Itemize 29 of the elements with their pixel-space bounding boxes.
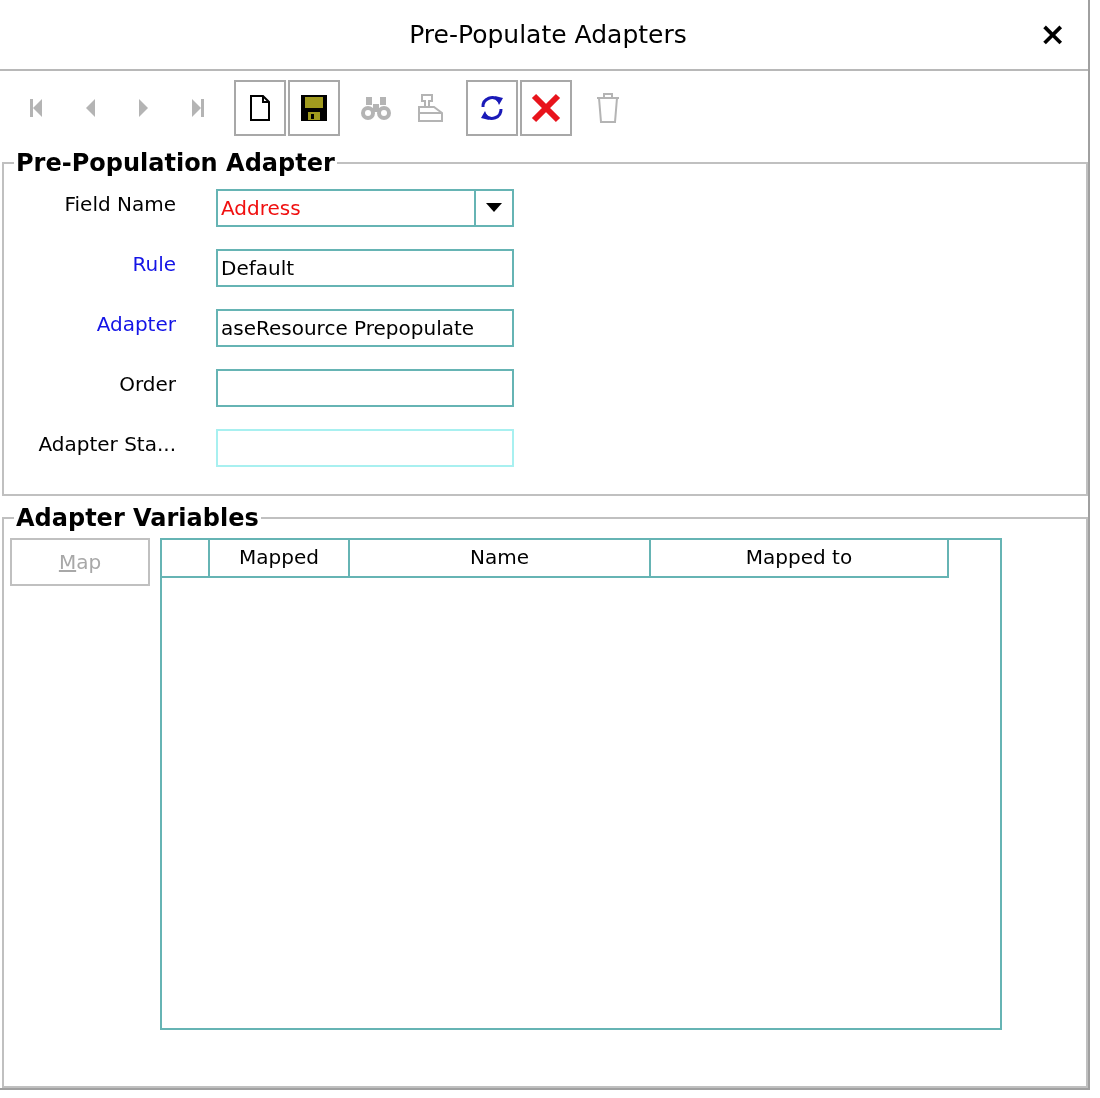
window-title: Pre-Populate Adapters xyxy=(408,20,687,49)
column-header[interactable]: Mapped xyxy=(210,540,350,578)
trash-can-icon xyxy=(595,92,621,124)
column-header[interactable]: Mapped to xyxy=(651,540,949,578)
refresh-arrows-button[interactable] xyxy=(466,80,518,136)
document-button[interactable] xyxy=(234,80,286,136)
field-link[interactable]: Rule xyxy=(10,249,176,287)
field-label: Field Name xyxy=(63,191,176,218)
binoculars-icon xyxy=(360,94,392,122)
field-label: Adapter Sta... xyxy=(37,431,176,458)
section-title: Adapter Variables xyxy=(15,506,260,530)
floppy-disk-button[interactable] xyxy=(288,80,340,136)
previous-icon xyxy=(84,97,96,119)
column-header[interactable]: Name xyxy=(350,540,651,578)
caret-icon xyxy=(486,203,502,213)
first-record-icon xyxy=(29,97,43,119)
last-record-icon xyxy=(191,97,205,119)
section-title: Pre-Population Adapter xyxy=(15,151,336,175)
input-field[interactable]: Default xyxy=(216,249,514,287)
dropdown-field[interactable]: Address xyxy=(216,189,514,227)
next-icon xyxy=(138,97,150,119)
cross-button[interactable] xyxy=(520,80,572,136)
cross-icon xyxy=(531,93,561,123)
document-icon xyxy=(249,94,271,122)
input-field[interactable]: aseResource Prepopulate xyxy=(216,309,514,347)
field-label: Order xyxy=(118,371,176,398)
close-button[interactable]: × xyxy=(1035,18,1070,50)
field-link[interactable]: Adapter xyxy=(10,309,176,347)
input-field[interactable] xyxy=(216,369,514,407)
